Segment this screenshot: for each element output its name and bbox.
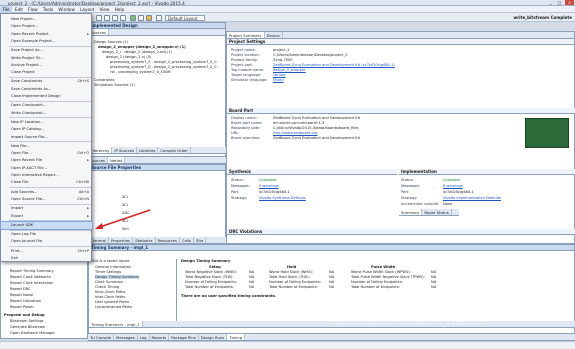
annotation-arrow <box>95 209 151 229</box>
